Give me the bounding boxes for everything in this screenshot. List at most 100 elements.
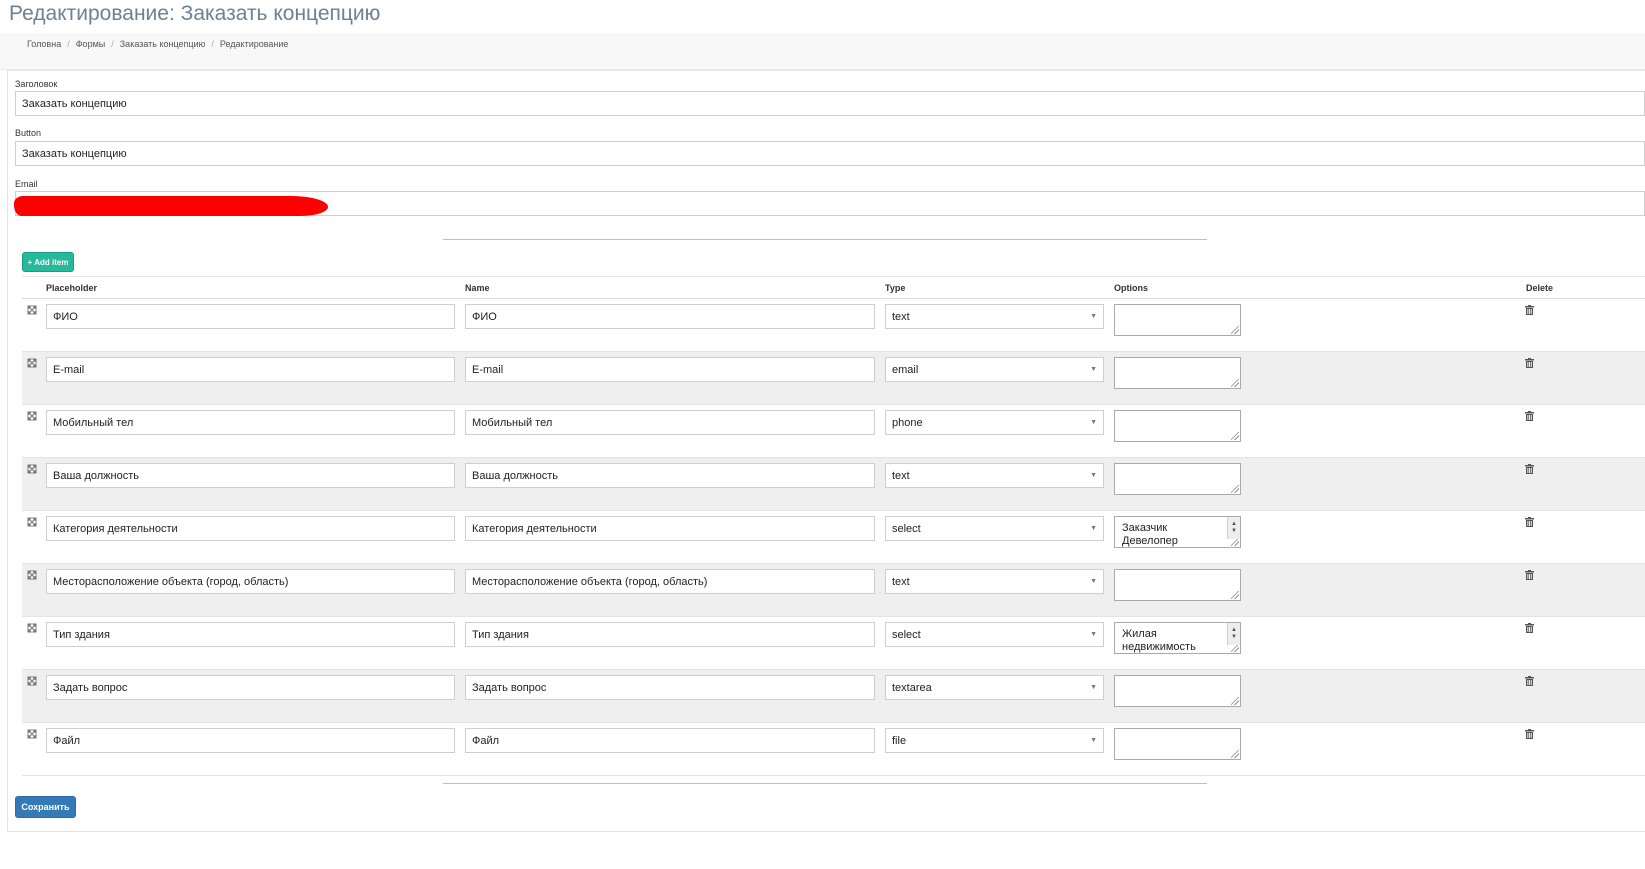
header-name: Name <box>465 283 490 293</box>
add-item-label: Add item <box>34 257 69 267</box>
name-input[interactable] <box>465 463 875 488</box>
table-header: Placeholder Name Type Options Delete <box>22 277 1645 299</box>
title-input[interactable] <box>15 91 1645 116</box>
move-arrows-icon[interactable] <box>27 570 37 580</box>
resize-handle-icon[interactable] <box>1231 485 1239 493</box>
type-select[interactable]: phone ▼ <box>885 410 1104 435</box>
name-input[interactable] <box>465 516 875 541</box>
trash-icon[interactable] <box>1525 729 1535 739</box>
name-input[interactable] <box>465 357 875 382</box>
options-textarea[interactable] <box>1114 569 1241 601</box>
redaction-mark <box>14 196 328 216</box>
options-textarea[interactable] <box>1114 357 1241 389</box>
options-textarea[interactable]: Жилая недвижимость ▲ ▼ <box>1114 622 1241 654</box>
trash-icon[interactable] <box>1525 676 1535 686</box>
type-select-value: phone <box>892 416 923 429</box>
options-textarea[interactable] <box>1114 410 1241 442</box>
breadcrumb: Головна / Формы / Заказать концепцию / Р… <box>27 39 288 49</box>
resize-handle-icon[interactable] <box>1231 697 1239 705</box>
move-arrows-icon[interactable] <box>27 464 37 474</box>
resize-handle-icon[interactable] <box>1231 750 1239 758</box>
scroll-arrows-icon[interactable]: ▲ ▼ <box>1227 517 1240 539</box>
button-label: Button <box>15 128 42 138</box>
resize-handle-icon[interactable] <box>1231 432 1239 440</box>
type-select-value: text <box>892 469 910 482</box>
placeholder-input[interactable] <box>46 728 455 753</box>
chevron-down-icon: ▼ <box>1090 525 1097 532</box>
trash-icon[interactable] <box>1525 411 1535 421</box>
add-item-button[interactable]: + Add item <box>22 252 74 272</box>
name-input[interactable] <box>465 410 875 435</box>
options-textarea[interactable] <box>1114 463 1241 495</box>
form-items-table: Placeholder Name Type Options Delete tex… <box>22 276 1645 776</box>
move-arrows-icon[interactable] <box>27 411 37 421</box>
move-arrows-icon[interactable] <box>27 305 37 315</box>
button-text-input[interactable] <box>15 141 1645 166</box>
options-value: Жилая недвижимость <box>1122 628 1196 653</box>
type-select[interactable]: textarea ▼ <box>885 675 1104 700</box>
table-row: textarea ▼ <box>22 670 1645 723</box>
breadcrumb-item-home[interactable]: Головна <box>27 39 61 49</box>
type-select-value: select <box>892 522 921 535</box>
resize-handle-icon[interactable] <box>1231 326 1239 334</box>
placeholder-input[interactable] <box>46 463 455 488</box>
name-input[interactable] <box>465 304 875 329</box>
name-input[interactable] <box>465 622 875 647</box>
table-row: text ▼ <box>22 299 1645 352</box>
placeholder-input[interactable] <box>46 569 455 594</box>
type-select[interactable]: file ▼ <box>885 728 1104 753</box>
type-select-value: email <box>892 363 919 376</box>
type-select[interactable]: text ▼ <box>885 463 1104 488</box>
resize-handle-icon[interactable] <box>1231 591 1239 599</box>
name-input[interactable] <box>465 569 875 594</box>
scroll-arrows-icon[interactable]: ▲ ▼ <box>1227 623 1240 645</box>
resize-handle-icon[interactable] <box>1231 644 1239 652</box>
trash-icon[interactable] <box>1525 570 1535 580</box>
trash-icon[interactable] <box>1525 464 1535 474</box>
move-arrows-icon[interactable] <box>27 676 37 686</box>
type-select[interactable]: text ▼ <box>885 304 1104 329</box>
name-input[interactable] <box>465 675 875 700</box>
header-placeholder: Placeholder <box>46 283 98 293</box>
trash-icon[interactable] <box>1525 358 1535 368</box>
options-textarea[interactable] <box>1114 304 1241 336</box>
chevron-down-icon: ▼ <box>1090 313 1097 320</box>
table-row: text ▼ <box>22 564 1645 617</box>
move-arrows-icon[interactable] <box>27 358 37 368</box>
breadcrumb-item-forms[interactable]: Формы <box>76 39 106 49</box>
type-select[interactable]: email ▼ <box>885 357 1104 382</box>
resize-handle-icon[interactable] <box>1231 379 1239 387</box>
trash-icon[interactable] <box>1525 305 1535 315</box>
email-label: Email <box>15 179 38 189</box>
trash-icon[interactable] <box>1525 517 1535 527</box>
placeholder-input[interactable] <box>46 516 455 541</box>
divider <box>443 239 1207 240</box>
move-arrows-icon[interactable] <box>27 517 37 527</box>
save-button[interactable]: Сохранить <box>15 796 76 818</box>
resize-handle-icon[interactable] <box>1231 538 1239 546</box>
trash-icon[interactable] <box>1525 623 1535 633</box>
type-select[interactable]: text ▼ <box>885 569 1104 594</box>
chevron-down-icon: ▼ <box>1090 419 1097 426</box>
type-select[interactable]: select ▼ <box>885 622 1104 647</box>
chevron-down-icon: ▼ <box>1090 737 1097 744</box>
options-textarea[interactable] <box>1114 675 1241 707</box>
header-options: Options <box>1114 283 1148 293</box>
breadcrumb-bar: Головна / Формы / Заказать концепцию / Р… <box>0 33 1645 70</box>
move-arrows-icon[interactable] <box>27 729 37 739</box>
move-arrows-icon[interactable] <box>27 623 37 633</box>
type-select-value: select <box>892 628 921 641</box>
table-row: select ▼ Жилая недвижимость ▲▼ <box>22 617 1645 670</box>
placeholder-input[interactable] <box>46 410 455 435</box>
placeholder-input[interactable] <box>46 357 455 382</box>
placeholder-input[interactable] <box>46 304 455 329</box>
name-input[interactable] <box>465 728 875 753</box>
options-textarea[interactable]: Заказчик Девелопер ▲ ▼ <box>1114 516 1241 548</box>
type-select-value: text <box>892 310 910 323</box>
placeholder-input[interactable] <box>46 622 455 647</box>
type-select[interactable]: select ▼ <box>885 516 1104 541</box>
options-textarea[interactable] <box>1114 728 1241 760</box>
breadcrumb-item-form[interactable]: Заказать концепцию <box>120 39 206 49</box>
placeholder-input[interactable] <box>46 675 455 700</box>
header-type: Type <box>885 283 906 293</box>
